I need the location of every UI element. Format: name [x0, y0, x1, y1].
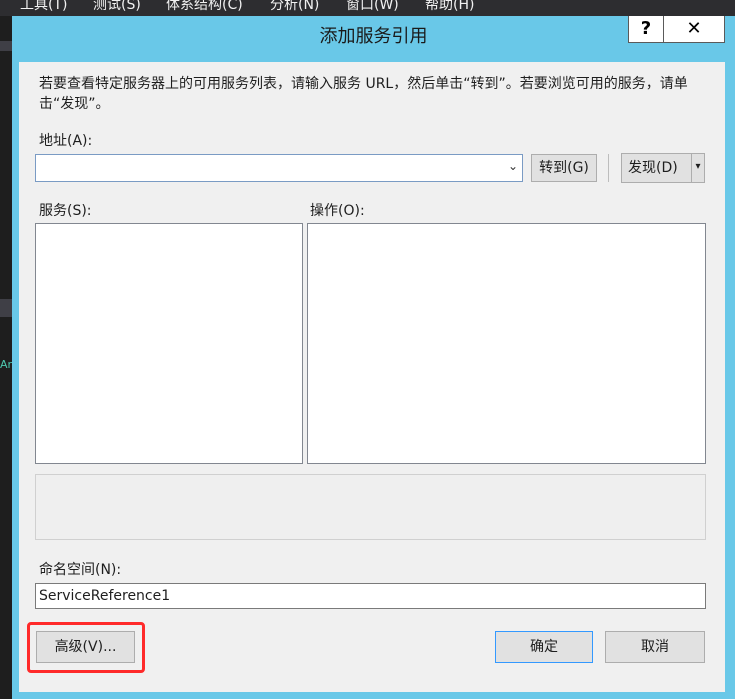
close-icon: ✕: [686, 18, 702, 39]
ide-menu-analyze[interactable]: 分析(N): [270, 0, 319, 12]
discover-button[interactable]: 发现(D) ▾: [621, 153, 705, 183]
ide-menu-test[interactable]: 测试(S): [93, 0, 141, 12]
operations-label: 操作(O):: [310, 203, 365, 219]
dialog-title-bar[interactable]: 添加服务引用 ? ✕: [12, 16, 735, 48]
ok-button[interactable]: 确定: [495, 631, 593, 663]
status-message-area: [35, 474, 706, 540]
discover-dropdown-arrow-icon[interactable]: ▾: [691, 154, 704, 182]
advanced-button[interactable]: 高级(V)...: [36, 631, 135, 663]
add-service-reference-dialog: 添加服务引用 ? ✕ 若要查看特定服务器上的可用服务列表，请输入服务 URL，然…: [12, 16, 735, 699]
dialog-client-area: 若要查看特定服务器上的可用服务列表，请输入服务 URL，然后单击“转到”。若要浏…: [19, 62, 725, 692]
ide-menu-tools[interactable]: 工具(T): [20, 0, 67, 12]
namespace-input[interactable]: ServiceReference1: [35, 583, 706, 609]
help-icon: ?: [640, 18, 652, 39]
ide-background-editor: Ar: [0, 16, 12, 699]
services-tree[interactable]: [35, 223, 303, 464]
ide-strip-bar: [0, 41, 12, 51]
address-combobox[interactable]: ⌄: [35, 154, 523, 182]
ide-strip-bar: [0, 299, 12, 317]
go-button[interactable]: 转到(G): [531, 154, 597, 182]
ide-code-glyph: Ar: [0, 358, 13, 371]
ide-menu-help[interactable]: 帮助(H): [425, 0, 474, 12]
chevron-down-icon[interactable]: ⌄: [508, 159, 518, 173]
namespace-label: 命名空间(N):: [39, 562, 122, 578]
help-button[interactable]: ?: [628, 16, 664, 43]
toolbar-divider: [608, 154, 609, 182]
ide-menu-window[interactable]: 窗口(W): [346, 0, 399, 12]
ide-menu-bar: 工具(T) 测试(S) 体系结构(C) 分析(N) 窗口(W) 帮助(H): [0, 0, 735, 16]
discover-button-label: 发现(D): [628, 160, 678, 176]
address-label: 地址(A):: [39, 133, 93, 149]
close-button[interactable]: ✕: [663, 16, 725, 43]
ide-menu-architecture[interactable]: 体系结构(C): [166, 0, 243, 12]
cancel-button[interactable]: 取消: [605, 631, 705, 663]
operations-list[interactable]: [307, 223, 706, 464]
services-label: 服务(S):: [39, 203, 92, 219]
dialog-title: 添加服务引用: [319, 26, 428, 47]
instructions-text: 若要查看特定服务器上的可用服务列表，请输入服务 URL，然后单击“转到”。若要浏…: [39, 76, 688, 112]
